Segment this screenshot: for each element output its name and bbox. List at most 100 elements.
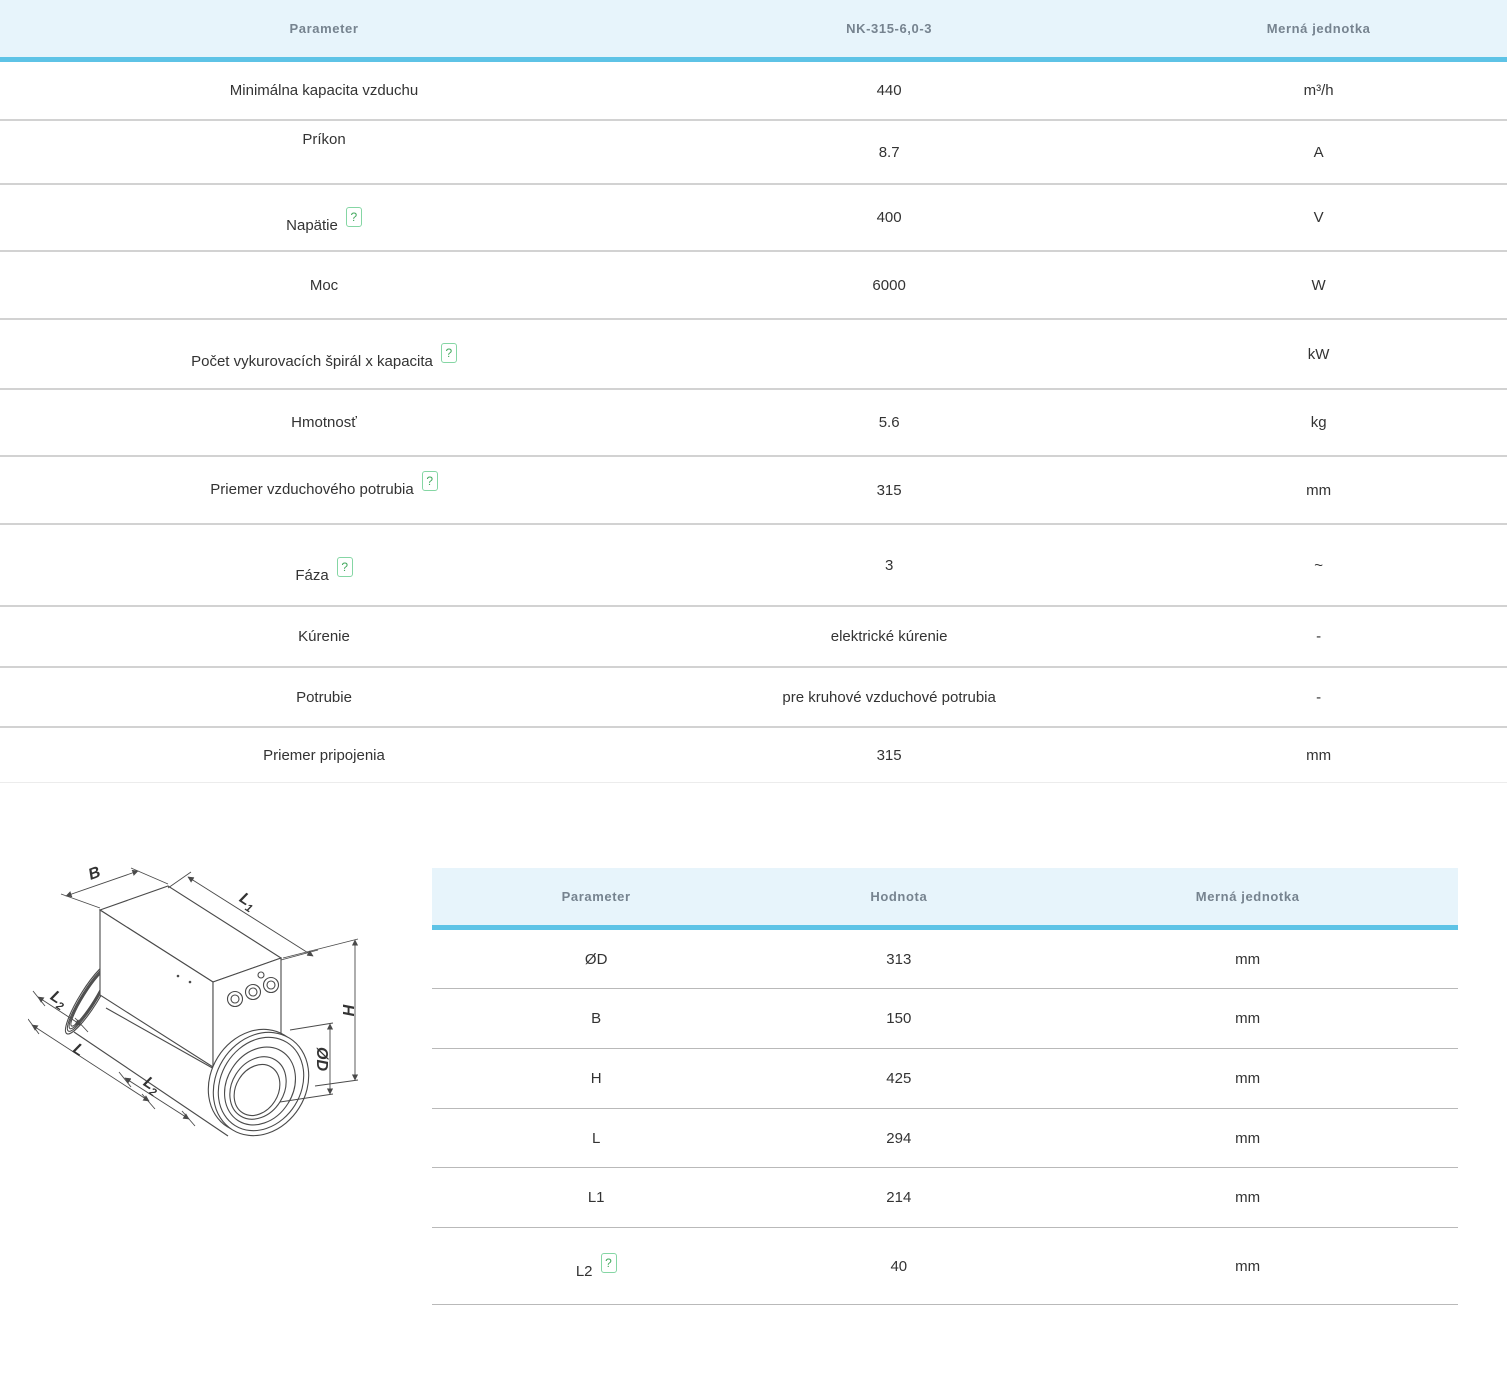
param-label: L2	[576, 1263, 593, 1280]
value-cell: 315	[648, 482, 1130, 499]
help-tooltip-icon[interactable]: ?	[601, 1253, 617, 1273]
unit-cell: kW	[1130, 346, 1507, 363]
value-cell: 214	[760, 1189, 1037, 1206]
param-cell: Kúrenie	[0, 628, 648, 645]
spec-row: Minimálna kapacita vzduchu 440 m³/h	[0, 62, 1507, 121]
unit-cell: kg	[1130, 414, 1507, 431]
value-cell: 150	[760, 1010, 1037, 1027]
spec-row: Napätie? 400 V	[0, 185, 1507, 252]
value-cell: 40	[760, 1258, 1037, 1275]
dim-label-h: H	[339, 1004, 356, 1016]
param-label: Minimálna kapacita vzduchu	[230, 82, 418, 99]
value-cell: 6000	[648, 277, 1130, 294]
param-cell: Počet vykurovacích špirál x kapacita?	[0, 344, 648, 364]
param-cell: Priemer pripojenia	[0, 747, 648, 764]
spec-row: Hmotnosť 5.6 kg	[0, 390, 1507, 457]
param-label: B	[591, 1010, 601, 1027]
spec-row: Priemer vzduchového potrubia? 315 mm	[0, 457, 1507, 525]
help-tooltip-icon[interactable]: ?	[422, 471, 438, 491]
param-label: Priemer vzduchového potrubia	[210, 481, 413, 498]
spec-row: Fáza? 3 ~	[0, 525, 1507, 607]
value-cell: 440	[648, 82, 1130, 99]
param-cell: ØD	[432, 951, 760, 968]
dim-label-d: ØD	[313, 1047, 330, 1071]
top-bolt	[258, 972, 264, 978]
unit-cell: mm	[1037, 1010, 1458, 1027]
unit-cell: mm	[1037, 951, 1458, 968]
value-cell: pre kruhové vzduchové potrubia	[648, 689, 1130, 706]
param-label: Hmotnosť	[291, 414, 357, 431]
spec-row: Potrubie pre kruhové vzduchové potrubia …	[0, 668, 1507, 728]
help-tooltip-icon[interactable]: ?	[441, 343, 457, 363]
value-cell: 8.7	[648, 144, 1130, 161]
column-header-unit: Merná jednotka	[1037, 889, 1458, 904]
column-header-unit: Merná jednotka	[1130, 21, 1507, 36]
param-label: Kúrenie	[298, 628, 350, 645]
spec-row: Kúrenie elektrické kúrenie -	[0, 607, 1507, 668]
value-cell: 3	[648, 557, 1130, 574]
column-header-value: Hodnota	[760, 889, 1037, 904]
dim-label-l1: L1	[235, 890, 259, 915]
value-cell: 313	[760, 951, 1037, 968]
unit-cell: A	[1130, 144, 1507, 161]
param-cell: Potrubie	[0, 689, 648, 706]
param-cell: Minimálna kapacita vzduchu	[0, 82, 648, 99]
dimension-row: L1 214 mm	[432, 1168, 1458, 1228]
dimension-row: ØD 313 mm	[432, 930, 1458, 989]
param-cell: Príkon	[0, 144, 648, 161]
param-cell: H	[432, 1070, 760, 1087]
dim-label-b: B	[86, 864, 103, 884]
dimension-row: H 425 mm	[432, 1049, 1458, 1109]
unit-cell: -	[1130, 628, 1507, 645]
unit-cell: mm	[1130, 482, 1507, 499]
rivet-dot	[189, 981, 192, 984]
help-tooltip-icon[interactable]: ?	[337, 557, 353, 577]
param-cell: B	[432, 1010, 760, 1027]
product-dimension-drawing: B L1 H ØD L2 L L2	[28, 848, 438, 1208]
dimension-row: L 294 mm	[432, 1109, 1458, 1168]
unit-cell: -	[1130, 689, 1507, 706]
unit-cell: W	[1130, 277, 1507, 294]
param-cell: Hmotnosť	[0, 414, 648, 431]
param-cell: L	[432, 1130, 760, 1147]
dim-line-l	[32, 1025, 149, 1101]
spec-row: Moc 6000 W	[0, 252, 1507, 320]
param-cell: Fáza?	[0, 555, 648, 575]
value-cell: 400	[648, 209, 1130, 226]
param-cell: L2?	[432, 1256, 760, 1276]
value-cell: 315	[648, 747, 1130, 764]
param-label: Fáza	[295, 567, 328, 584]
unit-cell: ~	[1130, 557, 1507, 574]
column-header-model: NK-315-6,0-3	[648, 21, 1130, 36]
spec-table: Parameter NK-315-6,0-3 Merná jednotka Mi…	[0, 0, 1507, 783]
unit-cell: V	[1130, 209, 1507, 226]
column-header-parameter: Parameter	[432, 889, 760, 904]
param-label: Napätie	[286, 217, 338, 234]
param-label: ØD	[585, 951, 608, 968]
param-label: L	[592, 1130, 600, 1147]
unit-cell: mm	[1037, 1070, 1458, 1087]
value-cell: elektrické kúrenie	[648, 628, 1130, 645]
dimension-row: L2? 40 mm	[432, 1228, 1458, 1305]
dim-line-l2-bottom	[125, 1078, 189, 1119]
unit-cell: m³/h	[1130, 82, 1507, 99]
param-cell: Priemer vzduchového potrubia?	[0, 480, 648, 500]
spec-row: Počet vykurovacích špirál x kapacita? kW	[0, 320, 1507, 390]
unit-cell: mm	[1037, 1258, 1458, 1275]
param-label: Potrubie	[296, 689, 352, 706]
rivet-dot	[177, 975, 180, 978]
spec-row: Príkon 8.7 A	[0, 121, 1507, 185]
param-label: Príkon	[302, 131, 345, 148]
param-label: Moc	[310, 277, 338, 294]
param-label: Priemer pripojenia	[263, 747, 385, 764]
value-cell: 294	[760, 1130, 1037, 1147]
column-header-parameter: Parameter	[0, 21, 648, 36]
help-tooltip-icon[interactable]: ?	[346, 207, 362, 227]
param-label: L1	[588, 1189, 605, 1206]
spec-row: Priemer pripojenia 315 mm	[0, 728, 1507, 783]
dim-label-l2-left: L2	[46, 988, 70, 1013]
param-label: H	[591, 1070, 602, 1087]
dim-label-l: L	[70, 1040, 87, 1060]
value-cell: 425	[760, 1070, 1037, 1087]
param-cell: Moc	[0, 277, 648, 294]
